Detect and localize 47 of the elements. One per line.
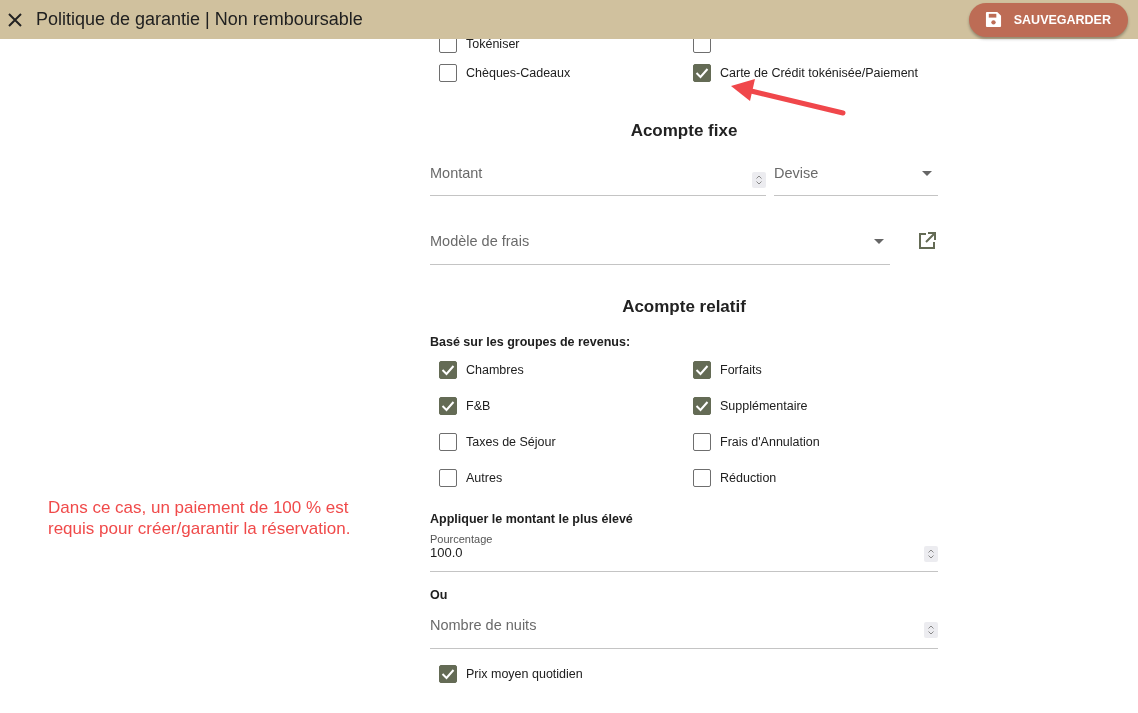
spinner-icon[interactable] xyxy=(924,546,938,562)
close-icon[interactable] xyxy=(8,12,22,27)
save-button[interactable]: SAUVEGARDER xyxy=(968,2,1128,37)
spinner-icon[interactable] xyxy=(924,622,938,638)
dropdown-caret-icon[interactable] xyxy=(874,239,884,244)
section-label: Ou xyxy=(430,588,449,602)
annotation-text: Dans ce cas, un paiement de 100 % est requis pour créer/garantir la réservation. xyxy=(48,497,352,539)
checkbox[interactable] xyxy=(693,433,711,451)
window-title: Politique de garantie | Non remboursable xyxy=(36,9,364,30)
section-heading: Acompte fixe xyxy=(629,121,739,141)
spinner-icon[interactable] xyxy=(752,172,766,188)
checkbox[interactable] xyxy=(693,397,711,415)
checkbox[interactable] xyxy=(439,39,457,53)
checkbox-label: F&B xyxy=(466,399,491,413)
checkbox-label: Taxes de Séjour xyxy=(466,435,556,449)
checkbox-label: Chambres xyxy=(466,363,524,377)
checkbox[interactable] xyxy=(693,39,711,53)
checkbox[interactable] xyxy=(439,433,457,451)
checkbox-label: Forfaits xyxy=(720,363,762,377)
checkbox[interactable] xyxy=(439,397,457,415)
open-external-icon[interactable] xyxy=(918,232,936,250)
field-value: 100.0 xyxy=(430,545,464,560)
checkbox[interactable] xyxy=(439,64,457,82)
field-label: Pourcentage xyxy=(430,533,493,545)
amount-field[interactable]: Montant xyxy=(430,159,766,196)
checkbox[interactable] xyxy=(693,469,711,487)
checkbox-label: Supplémentaire xyxy=(720,399,808,413)
percentage-field[interactable]: Pourcentage 100.0 xyxy=(430,532,938,572)
fee-template-dropdown[interactable]: Modèle de frais xyxy=(430,227,890,265)
checkbox-label: Prix moyen quotidien xyxy=(466,667,583,681)
checkbox[interactable] xyxy=(693,361,711,379)
checkbox-label: Tokéniser xyxy=(466,39,520,51)
nights-field[interactable]: Nombre de nuits xyxy=(430,611,938,649)
checkbox[interactable] xyxy=(439,469,457,487)
section-label: Basé sur les groupes de revenus: xyxy=(430,335,632,349)
currency-dropdown[interactable]: Devise xyxy=(774,159,938,196)
section-label: Appliquer le montant le plus élevé xyxy=(430,512,634,526)
section-heading: Acompte relatif xyxy=(621,297,747,317)
dropdown-caret-icon[interactable] xyxy=(922,171,932,176)
checkbox[interactable] xyxy=(439,665,457,683)
checkbox-label: Réduction xyxy=(720,471,777,485)
checkbox[interactable] xyxy=(439,361,457,379)
checkbox[interactable] xyxy=(693,64,711,82)
checkbox-label: Frais d'Annulation xyxy=(720,435,820,449)
checkbox-label: Carte de Crédit tokénisée/Paiement xyxy=(720,66,919,80)
checkbox-label: Autres xyxy=(466,471,503,485)
checkbox-label: Chèques-Cadeaux xyxy=(466,66,571,80)
